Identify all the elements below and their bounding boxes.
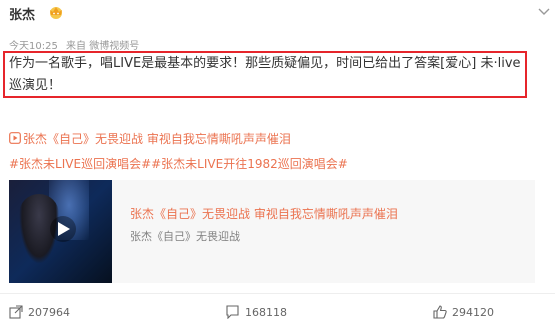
play-button[interactable]: [50, 216, 76, 242]
thumbs-up-icon: [433, 305, 447, 319]
video-thumbnail[interactable]: [9, 180, 112, 283]
like-count: 294120: [452, 305, 494, 319]
card-subtitle: 张杰《自己》无畏迎战: [130, 230, 240, 243]
repost-count: 207964: [28, 305, 70, 319]
repost-button[interactable]: 207964: [9, 305, 70, 319]
comment-button[interactable]: 168118: [225, 305, 287, 319]
repost-icon: [9, 305, 23, 319]
hashtag-line[interactable]: #张杰未LIVE巡回演唱会##张杰未LIVE开往1982巡回演唱会#: [9, 155, 348, 172]
play-icon: [58, 222, 70, 236]
highlight-box: [3, 51, 527, 98]
post-meta: 今天10:25 来自 微博视频号: [9, 37, 144, 52]
username[interactable]: 张杰: [9, 4, 35, 23]
video-play-icon: [9, 132, 21, 144]
comment-icon: [226, 305, 239, 319]
chevron-down-icon[interactable]: [538, 8, 550, 16]
like-button[interactable]: 294120: [433, 305, 494, 319]
video-link-text: 张杰《自己》无畏迎战 审视自我忘情嘶吼声声催泪: [23, 132, 291, 146]
video-card[interactable]: 张杰《自己》无畏迎战 审视自我忘情嘶吼声声催泪 张杰《自己》无畏迎战: [9, 180, 535, 283]
crown-badge-icon: [50, 7, 62, 19]
divider: [0, 293, 555, 294]
card-title[interactable]: 张杰《自己》无畏迎战 审视自我忘情嘶吼声声催泪: [130, 205, 398, 222]
comment-count: 168118: [245, 305, 287, 319]
video-link[interactable]: 张杰《自己》无畏迎战 审视自我忘情嘶吼声声催泪: [9, 130, 291, 147]
